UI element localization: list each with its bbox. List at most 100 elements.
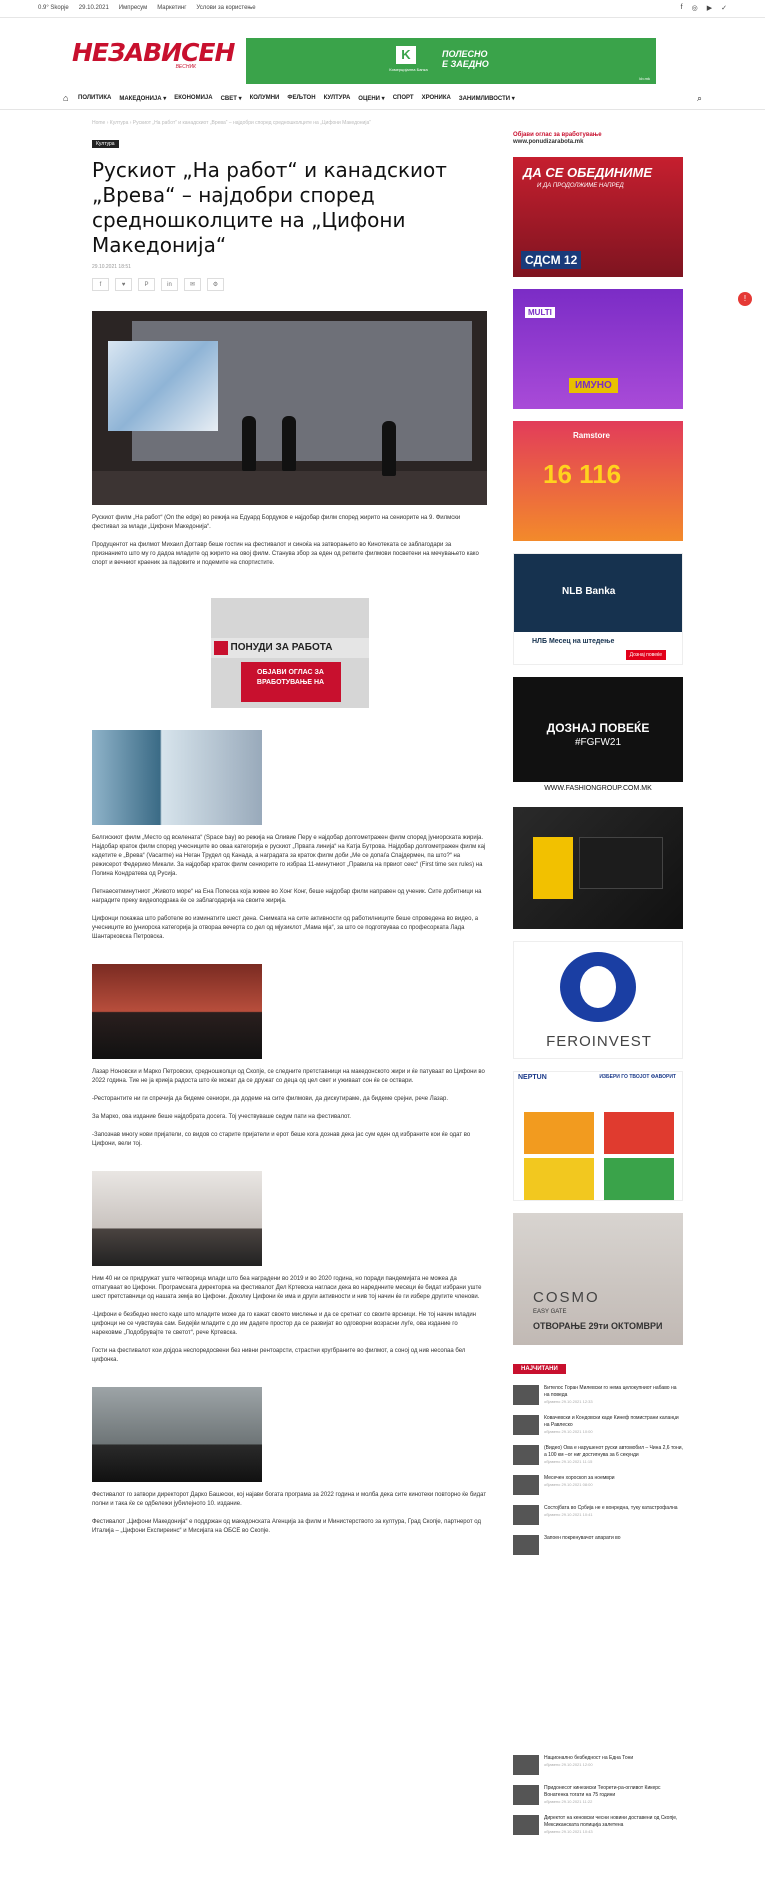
top-link-impressum[interactable]: Импресум [119,5,147,11]
product-tile [604,1158,674,1200]
paragraph: Фестивалот „Цифони Македонија“ е поддржа… [92,1519,481,1534]
current-date: 29.10.2021 [78,5,109,11]
nav-item-oceni[interactable]: ОЦЕНИ ▾ [358,95,384,102]
news-thumb [513,1755,539,1775]
paragraph: -Цифони е безбедно место каде што младит… [92,1312,476,1336]
imuno-ad[interactable]: MULTI ИМУНО [513,289,683,409]
category-badge[interactable]: Култура [92,140,119,148]
nav-item-politika[interactable]: ПОЛИТИКА [78,95,111,102]
job-ad-logo-icon [213,641,228,655]
bottom-news-list: Национално безбедност на Една Тони објаве… [513,1755,683,1835]
ad-brand: FEROINVEST [546,1033,652,1050]
ad-url: WWW.FASHIONGROUP.COM.MK [513,782,683,795]
twitter-icon[interactable]: ✓ [721,4,727,12]
list-item[interactable]: Придонесот кинезиски Теорети-ра-огливот … [513,1785,683,1805]
nav-item-feljton[interactable]: ФЕЉТОН [287,95,315,102]
most-read-header: НАЈЧИТАНИ [513,1364,566,1374]
share-email-icon[interactable]: ✉ [184,278,201,291]
youtube-icon[interactable]: ▶ [707,4,712,12]
nav-item-svet[interactable]: СВЕТ ▾ [221,95,242,102]
top-banner-ad[interactable]: K Комерцијална Банка ПОЛЕСНО Е ЗАЕДНО kb… [246,38,656,84]
ramstore-ad[interactable]: Ramstore 16 116 [513,421,683,541]
top-link-marketing[interactable]: Маркетинг [157,5,186,11]
paragraph: Продуцентот на филмот Михаил Догтавр беш… [92,542,479,566]
news-thumb [513,1535,539,1555]
banner-url: kb.mk [639,76,650,81]
ad-product: ИМУНО [569,378,618,393]
product-tile [604,1112,674,1154]
paragraph: Цифонци покажаа што работеле во изминати… [92,916,479,940]
cosmo-ad[interactable]: COSMO EASY GATE ОТВОРАЊЕ 29ти ОКТОМВРИ [513,1213,683,1345]
list-item[interactable]: (Видео) Ова е нарушенот руски автомобил … [513,1445,683,1465]
list-item[interactable]: Бителос Горан Милевски го нема целокупни… [513,1385,683,1405]
nav-item-hronika[interactable]: ХРОНИКА [422,95,451,102]
ad-headline: НЛБ Месец на штедење [532,638,615,645]
top-bar: 0.9° Skopje 29.10.2021 Импресум Маркетин… [0,0,765,18]
article: Култура Рускиот „На работ“ и канадскиот … [92,132,487,1536]
inline-job-ad[interactable]: ПОНУДИ ЗА РАБОТА ОБЈАВИ ОГЛАС ЗА ВРАБОТУ… [210,598,369,708]
product-tile [524,1112,594,1154]
neptun-ad[interactable]: NEPTUN ИЗБЕРИ ГО ТВОЈОТ ФАВОРИТ [513,1071,683,1201]
fashion-group-ad[interactable]: ДОЗНАЈ ПОВЕЌЕ #FGFW21 WWW.FASHIONGROUP.C… [513,677,683,795]
job-ad-header: ПОНУДИ ЗА РАБОТА [210,638,369,658]
feroinvest-ad[interactable]: FEROINVEST [513,941,683,1059]
share-more-icon[interactable]: ⚙ [207,278,224,291]
site-logo[interactable]: НЕЗАВИСЕН ВЕСНИК [72,38,235,72]
news-thumb [513,1415,539,1435]
slogan-line-2: Е ЗАЕДНО [442,59,489,69]
top-link-terms[interactable]: Услови за користење [196,5,255,11]
ad-headline: ДА СЕ ОБЕДИНИМЕ [523,165,653,180]
paragraph: Рускиот филм „На работ“ (On the edge) во… [92,515,461,530]
logo-name: НЕЗАВИСЕН [72,38,235,67]
nav-item-kolumni[interactable]: КОЛУМНИ [250,95,280,102]
bank-logo-icon: K [396,46,416,64]
learn-more-button[interactable]: Дознај повеќе [625,650,666,660]
paragraph: Фестивалот го затвори директорот Дарко Б… [92,1492,487,1507]
list-item[interactable]: Директот на кеновски чесни новини достав… [513,1815,683,1835]
nav-item-kultura[interactable]: КУЛТУРА [324,95,351,102]
share-twitter-icon[interactable]: ♥ [115,278,132,291]
nav-item-sport[interactable]: СПОРТ [393,95,414,102]
paragraph: Белгискиот филм „Место од вселената“ (Sp… [92,835,486,877]
sidebar-ad-url[interactable]: www.ponudizarabota.mk [513,139,689,145]
ad-brand: Ramstore [573,431,610,440]
share-facebook-icon[interactable]: f [92,278,109,291]
home-icon[interactable]: ⌂ [63,93,68,103]
nav-item-zanimlivosti[interactable]: ЗАНИМЛИВОСТИ ▾ [459,95,515,102]
most-read: НАЈЧИТАНИ Бителос Горан Милевски го нема… [513,1357,683,1555]
list-item[interactable]: Состојбата во Србија не е вонредна, туку… [513,1505,683,1525]
slogan-line-1: ПОЛЕСНО [442,49,488,59]
instagram-icon[interactable]: ◎ [692,4,698,12]
party-logo: СДСМ 12 [521,251,582,269]
job-ad-cta: ОБЈАВИ ОГЛАС ЗА ВРАБОТУВАЊЕ НА [240,662,341,702]
list-item[interactable]: Ковачевски и Кондовски каде Кинеф помист… [513,1415,683,1435]
ad-brand: MULTI [525,307,555,318]
list-item[interactable]: Месечен хороскоп за ноември објавено 29.1… [513,1475,683,1495]
news-thumb [513,1445,539,1465]
sidebar-ad-label[interactable]: Објави оглас за вработување [513,132,689,138]
facebook-icon[interactable]: f [681,4,683,12]
nav-item-ekonomija[interactable]: ЕКОНОМИЈА [174,95,212,102]
card-ad[interactable] [513,807,683,929]
share-pinterest-icon[interactable]: P [138,278,155,291]
ad-hashtag: #FGFW21 [574,737,622,748]
paragraph: Гости на фестивалот кои дојдоа неспоредо… [92,1348,466,1363]
sidebar: Објави оглас за вработување www.ponudiza… [513,132,689,1835]
article-title: Рускиот „На работ“ и канадскиот „Врева“ … [92,158,447,257]
article-photo [92,1387,262,1482]
nav-item-makedonija[interactable]: МАКЕДОНИЈА ▾ [119,95,166,102]
notification-bell-icon[interactable]: ! [738,292,752,306]
nlb-ad[interactable]: NLB Banka НЛБ Месец на штедење Дознај по… [513,553,683,665]
banner-slogan: ПОЛЕСНО Е ЗАЕДНО [442,49,489,69]
article-date: 29.10.2021 18:51 [92,264,131,270]
share-bar: f ♥ P in ✉ ⚙ [92,278,487,291]
breadcrumb[interactable]: Home › Култура › Рускиот „На работ“ и ка… [92,120,371,126]
share-linkedin-icon[interactable]: in [161,278,178,291]
ad-subline: И ДА ПРОДОЛЖИМЕ НАПРЕД [537,183,624,189]
list-item[interactable]: Запоен покренувачот апарати во [513,1535,683,1555]
news-thumb [513,1505,539,1525]
sdsm-ad[interactable]: ДА СЕ ОБЕДИНИМЕ И ДА ПРОДОЛЖИМЕ НАПРЕД С… [513,157,683,277]
list-item[interactable]: Национално безбедност на Една Тони објаве… [513,1755,683,1775]
nav-menu: ПОЛИТИКА МАКЕДОНИЈА ▾ ЕКОНОМИЈА СВЕТ ▾ К… [78,95,515,102]
search-icon[interactable]: ⌕ [697,93,702,104]
